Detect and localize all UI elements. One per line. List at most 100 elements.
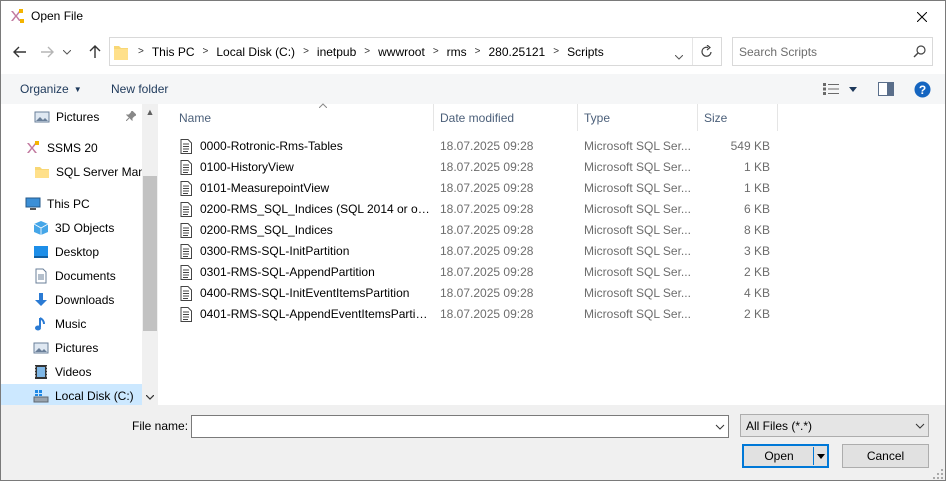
nav-item-videos[interactable]: Videos xyxy=(1,360,142,384)
nav-item-music[interactable]: Music xyxy=(1,312,142,336)
breadcrumb-inetpub[interactable]: inetpub xyxy=(313,45,360,59)
breadcrumb-version[interactable]: 280.25121 xyxy=(485,45,550,59)
resize-grip-icon[interactable] xyxy=(933,469,943,479)
breadcrumb-separator[interactable]: > xyxy=(549,46,563,57)
sql-file-icon xyxy=(180,307,192,322)
pin-icon[interactable] xyxy=(126,111,136,121)
up-button[interactable] xyxy=(85,41,105,63)
back-button[interactable] xyxy=(10,41,30,63)
file-row[interactable]: 0401-RMS-SQL-AppendEventItemsPartiti... 1… xyxy=(158,304,778,325)
column-divider[interactable] xyxy=(577,104,578,131)
sql-file-icon xyxy=(180,139,192,154)
file-row[interactable]: 0400-RMS-SQL-InitEventItemsPartition 18.0… xyxy=(158,283,778,304)
change-view-button[interactable] xyxy=(823,80,857,98)
nav-scrollbar[interactable]: ▲ xyxy=(142,104,158,405)
column-divider[interactable] xyxy=(697,104,698,131)
breadcrumb-separator[interactable]: > xyxy=(199,46,213,57)
breadcrumb-separator[interactable]: > xyxy=(299,46,313,57)
chevron-down-icon[interactable] xyxy=(715,420,725,434)
scrollbar-thumb[interactable] xyxy=(143,176,157,331)
refresh-icon xyxy=(701,45,712,57)
recent-locations-button[interactable] xyxy=(60,41,74,63)
file-row[interactable]: 0101-MeasurepointView 18.07.2025 09:28 Mic… xyxy=(158,178,778,199)
file-row[interactable]: 0000-Rotronic-Rms-Tables 18.07.2025 09:28… xyxy=(158,136,778,157)
column-label: Name xyxy=(179,110,212,125)
column-divider[interactable] xyxy=(777,104,778,131)
column-header-size[interactable]: Size xyxy=(704,104,776,131)
details-view-icon xyxy=(823,83,839,95)
column-header-date[interactable]: Date modified xyxy=(440,104,578,131)
nav-item-documents[interactable]: Documents xyxy=(1,264,142,288)
sql-file-icon xyxy=(180,286,192,301)
sort-ascending-icon xyxy=(319,103,327,108)
window-title: Open File xyxy=(31,9,84,23)
file-type: Microsoft SQL Ser... xyxy=(584,244,691,258)
scroll-down-icon[interactable] xyxy=(142,389,158,405)
column-divider[interactable] xyxy=(433,104,434,131)
nav-item-downloads[interactable]: Downloads xyxy=(1,288,142,312)
file-type: Microsoft SQL Ser... xyxy=(584,307,691,321)
file-type-select[interactable]: All Files (*.*) xyxy=(740,414,929,437)
organize-label: Organize xyxy=(20,82,69,96)
back-arrow-icon xyxy=(13,46,26,58)
breadcrumb-separator[interactable]: > xyxy=(471,46,485,57)
breadcrumb-separator[interactable]: > xyxy=(429,46,443,57)
nav-item-ssms[interactable]: SSMS 20 xyxy=(1,136,142,160)
file-row[interactable]: 0200-RMS_SQL_Indices (SQL 2014 or older)… xyxy=(158,199,778,220)
cancel-button[interactable]: Cancel xyxy=(842,444,929,468)
preview-pane-button[interactable] xyxy=(878,80,894,98)
search-input[interactable] xyxy=(739,43,899,60)
pictures-icon xyxy=(33,340,49,356)
file-size: 549 KB xyxy=(730,139,770,153)
file-size: 2 KB xyxy=(743,265,770,279)
close-button[interactable] xyxy=(899,1,945,32)
file-date: 18.07.2025 09:28 xyxy=(440,265,534,279)
address-bar[interactable]: > This PC > Local Disk (C:) > inetpub > … xyxy=(109,37,722,66)
file-name-combo[interactable] xyxy=(191,415,729,438)
nav-item-pictures-quick[interactable]: Pictures xyxy=(1,105,142,129)
file-name: 0400-RMS-SQL-InitEventItemsPartition xyxy=(200,286,410,300)
organize-button[interactable]: Organize ▼ xyxy=(20,82,82,96)
column-header-name[interactable]: Name xyxy=(179,103,433,131)
open-file-dialog: Open File > This PC > Local Disk (C:) > … xyxy=(0,0,946,481)
breadcrumb-separator[interactable]: > xyxy=(360,46,374,57)
nav-item-sql-server-mana[interactable]: SQL Server Mana xyxy=(1,160,152,184)
open-button[interactable]: Open xyxy=(742,444,829,468)
breadcrumb-rms[interactable]: rms xyxy=(443,45,471,59)
file-type: Microsoft SQL Ser... xyxy=(584,265,691,279)
chevron-down-icon xyxy=(849,86,857,92)
nav-item-pictures[interactable]: Pictures xyxy=(1,336,142,360)
address-dropdown-button[interactable] xyxy=(674,49,684,63)
breadcrumb-local-disk[interactable]: Local Disk (C:) xyxy=(212,45,299,59)
search-box[interactable] xyxy=(732,37,933,66)
help-button[interactable]: ? xyxy=(914,80,931,98)
file-row[interactable]: 0300-RMS-SQL-InitPartition 18.07.2025 09:… xyxy=(158,241,778,262)
column-header-type[interactable]: Type xyxy=(584,104,698,131)
file-row[interactable]: 0200-RMS_SQL_Indices 18.07.2025 09:28 Micr… xyxy=(158,220,778,241)
nav-item-this-pc[interactable]: This PC xyxy=(1,192,142,216)
file-row[interactable]: 0301-RMS-SQL-AppendPartition 18.07.2025 0… xyxy=(158,262,778,283)
breadcrumb-wwwroot[interactable]: wwwroot xyxy=(374,45,429,59)
nav-item-local-disk[interactable]: Local Disk (C:) xyxy=(1,384,142,405)
chevron-down-icon: ▼ xyxy=(73,85,82,94)
file-name: 0000-Rotronic-Rms-Tables xyxy=(200,139,343,153)
breadcrumb-scripts[interactable]: Scripts xyxy=(563,45,608,59)
open-button-label: Open xyxy=(764,449,794,463)
file-date: 18.07.2025 09:28 xyxy=(440,202,534,216)
documents-icon xyxy=(33,268,49,284)
forward-button[interactable] xyxy=(37,41,57,63)
breadcrumb-separator[interactable]: > xyxy=(134,46,148,57)
file-name-field[interactable] xyxy=(195,419,695,434)
nav-item-3d-objects[interactable]: 3D Objects xyxy=(1,216,142,240)
breadcrumb-this-pc[interactable]: This PC xyxy=(148,45,199,59)
file-name: 0301-RMS-SQL-AppendPartition xyxy=(200,265,375,279)
file-row[interactable]: 0100-HistoryView 18.07.2025 09:28 Microsof… xyxy=(158,157,778,178)
file-type: Microsoft SQL Ser... xyxy=(584,160,691,174)
sql-file-icon xyxy=(180,223,192,238)
new-folder-button[interactable]: New folder xyxy=(111,82,168,96)
refresh-button[interactable] xyxy=(693,38,721,65)
scroll-up-icon[interactable]: ▲ xyxy=(142,104,158,120)
nav-item-desktop[interactable]: Desktop xyxy=(1,240,142,264)
chevron-down-icon[interactable] xyxy=(816,451,826,461)
file-name: 0200-RMS_SQL_Indices xyxy=(200,223,333,237)
